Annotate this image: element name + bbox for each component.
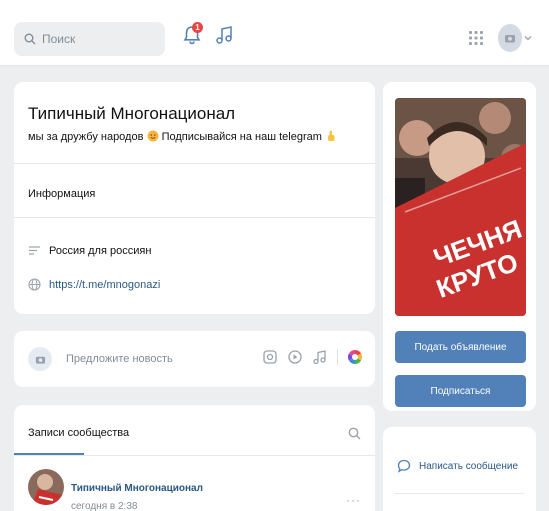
camera-icon [505,35,515,43]
divider [395,493,524,494]
notification-badge: 1 [192,22,203,33]
divider [14,163,375,164]
write-message-link[interactable]: Написать сообщение [397,459,518,473]
divider [14,217,375,218]
avatar-image [28,469,64,505]
tab-community-posts[interactable]: Записи сообщества [28,427,129,439]
community-description: Россия для россиян [49,244,152,257]
search-icon [24,33,36,45]
search-icon[interactable] [348,427,361,440]
smile-emoji-icon [147,130,159,142]
write-message-label: Написать сообщение [419,460,519,472]
community-link[interactable]: https://t.me/mnogonazi [49,279,160,291]
pointing-hand-icon [327,130,335,141]
suggest-post-input[interactable]: Предложите новость [66,353,173,365]
status-text-1: мы за дружбу народов [28,131,144,143]
search-input[interactable] [42,32,152,46]
post-author-name[interactable]: Типичный Многонационал [71,483,203,494]
chat-bubble-icon [397,459,411,473]
color-wheel-icon[interactable] [347,349,363,365]
apps-grid-icon[interactable] [468,30,484,46]
community-name: Типичный Многонационал [28,104,236,123]
community-cover-card: ЧЕЧНЯ КРУТО Подать объявление Подписатьс… [383,82,536,411]
music-icon[interactable] [215,25,233,45]
community-wall: Записи сообщества Типичный Многонационал… [14,405,375,511]
status-text-2: Подписывайся на наш telegram [161,131,322,143]
community-cover-image[interactable]: ЧЕЧНЯ КРУТО [395,98,526,316]
community-info-card: Типичный Многонационал мы за дружбу наро… [14,82,375,314]
description-row: Россия для россиян [28,244,151,257]
link-row: https://t.me/mnogonazi [28,278,160,291]
submit-ad-button[interactable]: Подать объявление [395,331,526,363]
subscribe-button[interactable]: Подписаться [395,375,526,407]
globe-icon [28,278,41,291]
top-bar: 1 [0,0,549,66]
suggest-post-card[interactable]: Предложите новость [14,331,375,387]
cover-photo: ЧЕЧНЯ КРУТО [395,98,526,316]
more-options-icon[interactable]: ··· [346,493,361,507]
music-icon[interactable] [312,349,328,365]
post-timestamp[interactable]: сегодня в 2:38 [71,501,137,511]
photo-icon[interactable] [262,349,278,365]
info-section-label[interactable]: Информация [28,188,95,200]
post-author-avatar [28,347,52,371]
camera-icon [35,356,45,364]
search-box[interactable] [14,22,165,56]
user-avatar[interactable] [498,24,522,52]
message-card: Написать сообщение [383,427,536,511]
separator [337,349,338,365]
video-icon[interactable] [287,349,303,365]
post-attachments [262,349,363,365]
post-author-avatar[interactable] [28,469,64,505]
text-lines-icon [29,246,40,255]
community-status: мы за дружбу народов Подписывайся на наш… [28,130,337,143]
divider [14,455,375,456]
chevron-down-icon[interactable] [524,35,532,41]
